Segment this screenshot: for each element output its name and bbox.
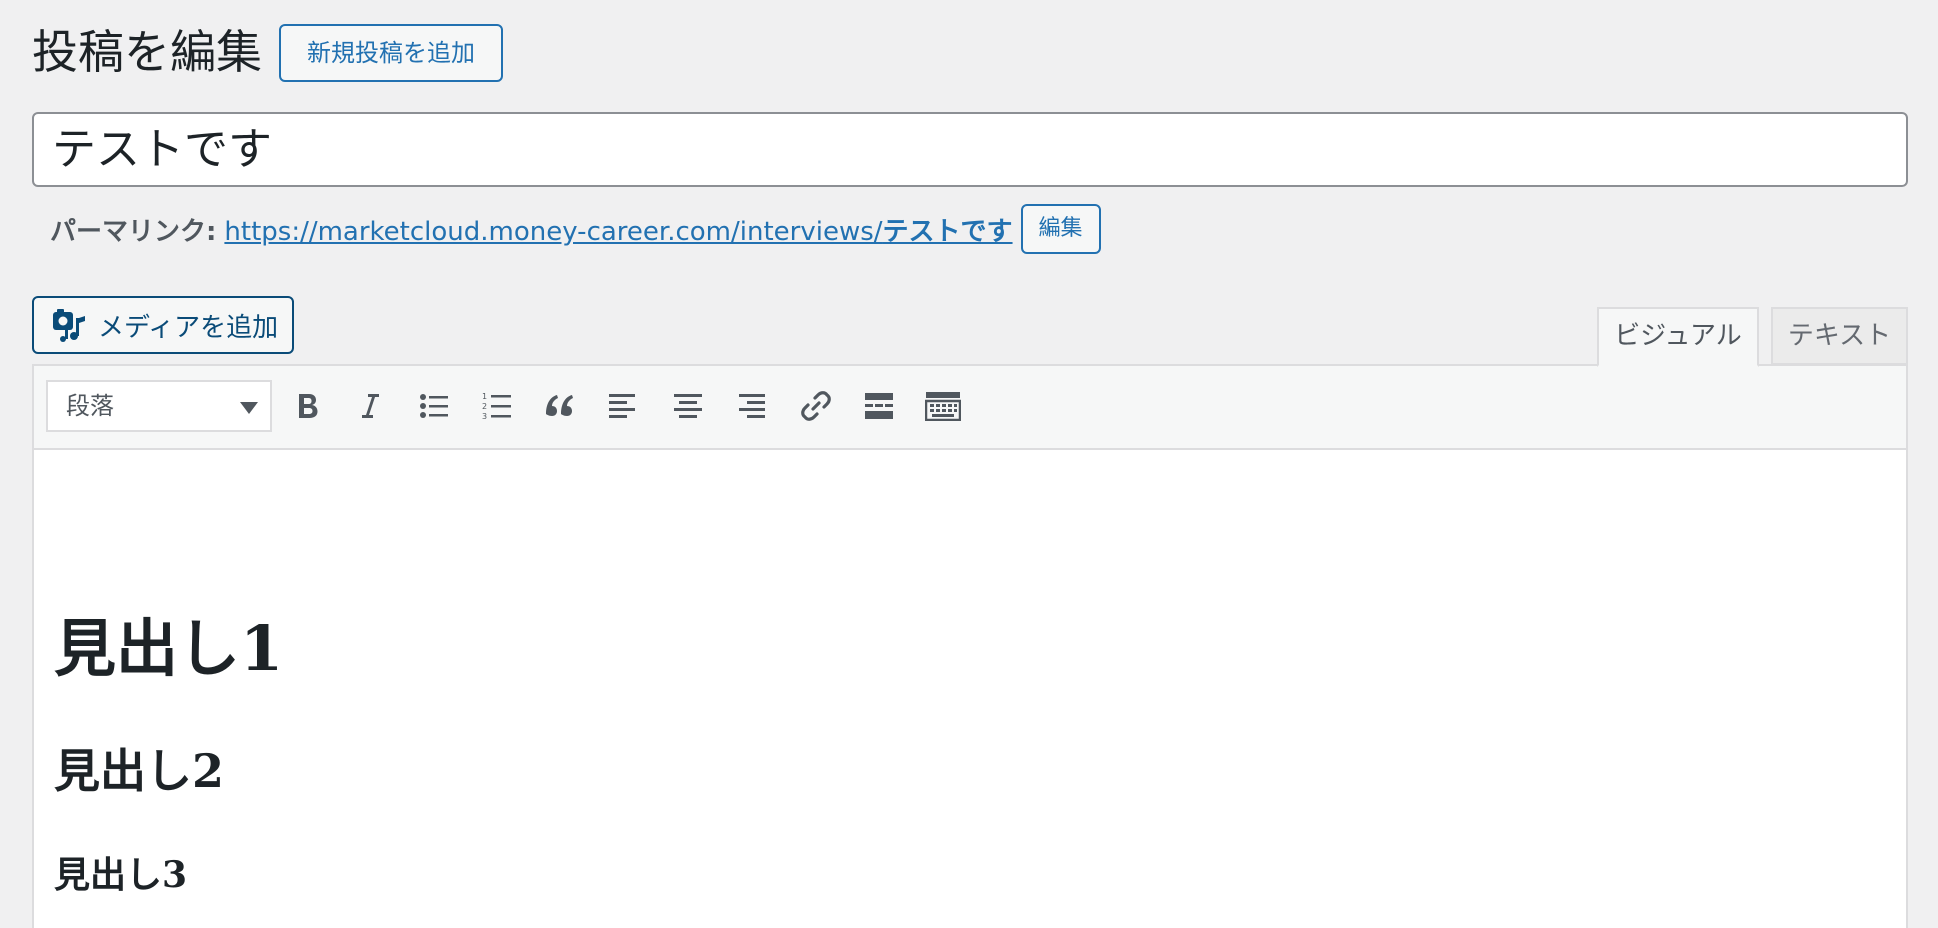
editor: 段落 123 見出し1 見出し2 見出し3 bbox=[32, 364, 1908, 928]
format-select-value: 段落 bbox=[66, 392, 114, 420]
permalink-row: パーマリンク: https://marketcloud.money-career… bbox=[50, 204, 1101, 254]
chevron-down-icon bbox=[240, 402, 258, 414]
bulleted-list-icon bbox=[419, 392, 449, 420]
read-more-button[interactable] bbox=[857, 384, 901, 428]
align-left-button[interactable] bbox=[601, 384, 645, 428]
heading-1: 見出し1 bbox=[54, 612, 284, 685]
permalink-link[interactable]: https://marketcloud.money-career.com/int… bbox=[224, 211, 1012, 248]
blockquote-button[interactable] bbox=[538, 384, 582, 428]
align-left-icon bbox=[608, 392, 638, 420]
add-media-button[interactable]: メディアを追加 bbox=[32, 296, 294, 354]
bold-icon bbox=[295, 391, 321, 421]
svg-text:3: 3 bbox=[482, 412, 487, 421]
read-more-icon bbox=[863, 391, 895, 421]
editor-toolbar: 段落 123 bbox=[34, 366, 1906, 450]
blockquote-icon bbox=[544, 392, 576, 420]
post-title-input[interactable]: テストです bbox=[32, 112, 1908, 187]
bulleted-list-button[interactable] bbox=[412, 384, 456, 428]
heading-2: 見出し2 bbox=[54, 744, 225, 798]
format-select[interactable]: 段落 bbox=[46, 380, 272, 432]
editor-content[interactable]: 見出し1 見出し2 見出し3 bbox=[54, 450, 1886, 928]
toolbar-toggle-button[interactable] bbox=[921, 384, 965, 428]
permalink-label: パーマリンク: bbox=[50, 216, 217, 247]
bold-button[interactable] bbox=[286, 384, 330, 428]
link-icon bbox=[799, 389, 833, 423]
link-button[interactable] bbox=[794, 384, 838, 428]
align-center-icon bbox=[673, 392, 703, 420]
toolbar-toggle-icon bbox=[925, 391, 961, 421]
align-center-button[interactable] bbox=[666, 384, 710, 428]
numbered-list-button[interactable]: 123 bbox=[475, 384, 519, 428]
permalink-base-url: https://marketcloud.money-career.com/int… bbox=[224, 216, 883, 247]
tab-text[interactable]: テキスト bbox=[1771, 307, 1908, 365]
tab-visual[interactable]: ビジュアル bbox=[1597, 307, 1759, 367]
add-media-icon bbox=[52, 308, 86, 342]
add-media-label: メディアを追加 bbox=[98, 312, 279, 343]
post-edit-page: 投稿を編集 新規投稿を追加 テストです パーマリンク: https://mark… bbox=[0, 0, 1938, 928]
svg-text:1: 1 bbox=[482, 392, 487, 401]
permalink-slug: テストです bbox=[882, 216, 1013, 247]
page-title: 投稿を編集 bbox=[32, 25, 262, 79]
permalink-edit-button[interactable]: 編集 bbox=[1020, 204, 1101, 254]
italic-button[interactable] bbox=[348, 384, 392, 428]
align-right-button[interactable] bbox=[729, 384, 773, 428]
heading-3: 見出し3 bbox=[54, 854, 188, 896]
italic-icon bbox=[357, 391, 383, 421]
align-right-icon bbox=[736, 392, 766, 420]
add-new-post-button[interactable]: 新規投稿を追加 bbox=[279, 24, 503, 82]
svg-text:2: 2 bbox=[482, 402, 487, 411]
numbered-list-icon: 123 bbox=[482, 391, 512, 421]
